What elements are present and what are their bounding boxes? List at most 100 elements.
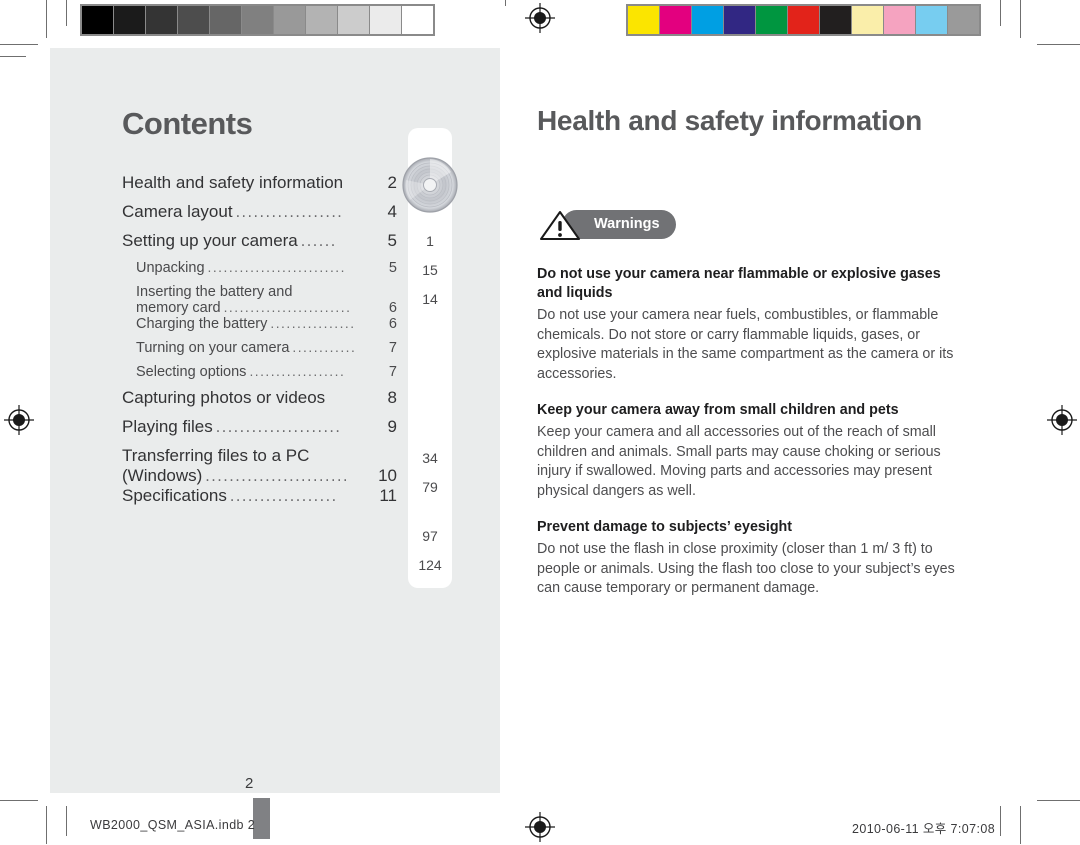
registration-mark-bottom-center [525,812,555,842]
page-title-contents: Contents [122,106,253,141]
toc-entry[interactable]: Setting up your camera...... 5 [122,231,397,260]
calibration-swatch [884,6,915,34]
toc-entry-page: 5 [388,260,397,276]
crop-mark-top-right-horizontal [1037,44,1080,45]
toc-leader-dots: ................ [270,316,356,331]
page-number-rail-item: 15 [422,262,438,278]
footer-file-slug: WB2000_QSM_ASIA.indb 2 [90,818,256,832]
toc-entry-label: Health and safety information [122,173,344,192]
toc-entry-page: 11 [379,486,397,505]
toc-entry-page: 8 [387,388,397,407]
color-calibration-bar [626,4,981,36]
toc-entry-label: Inserting the battery and [136,284,293,300]
toc-entry[interactable]: Inserting the battery and memory card....… [136,284,397,316]
calibration-swatch [916,6,947,34]
toc-entry-label: Charging the battery [136,316,268,332]
warning-section-heading: Do not use your camera near flammable or… [537,266,941,301]
calibration-swatch [402,6,433,34]
registration-mark-left-middle [4,405,34,435]
toc-entry-label: Turning on your camera [136,340,290,356]
toc-entry[interactable]: Charging the battery................ 6 [136,316,397,340]
crop-mark-bottom-left-horizontal [0,800,38,801]
toc-entry[interactable]: Capturing photos or videos 8 [122,388,397,417]
calibration-swatch [274,6,305,34]
toc-entry[interactable]: Selecting options.................. 7 [136,364,397,388]
warning-section: Keep your camera away from small childre… [537,401,955,501]
toc-entry-label: Setting up your camera [122,231,298,250]
toc-entry-label-line2: (Windows) [122,466,203,485]
toc-leader-dots: ............ [292,340,357,355]
toc-entry-page: 7 [388,364,397,380]
crop-mark-bottom-left-vertical-inner [66,806,67,836]
calibration-swatch [242,6,273,34]
toc-entry-page: 10 [378,466,397,485]
toc-entry[interactable]: Playing files..................... 9 [122,417,397,446]
toc-entry[interactable]: Health and safety information 2 [122,173,397,202]
warning-section-heading: Prevent damage to subjects’ eyesight [537,519,793,535]
toc-entry-label: Transferring files to a PC [122,446,310,465]
cd-disc-icon [401,156,459,214]
toc-entry-page: 5 [387,231,397,250]
warning-section-body: Do not use the flash in close proximity … [537,541,955,596]
contents-page-panel: Contents 1 15 14 34 79 97 124 Health and… [50,48,500,839]
toc-entry-label: Camera layout [122,202,233,221]
grayscale-calibration-bar [80,4,435,36]
toc-entry-label-line2: memory card [136,300,221,316]
warning-triangle-icon [539,210,581,241]
crop-mark-bottom-right-horizontal [1037,800,1080,801]
calibration-swatch [756,6,787,34]
page-number-rail-item: 97 [422,528,438,544]
toc-entry-label: Playing files [122,417,213,436]
crop-mark-top-left-horizontal [0,44,38,45]
registration-mark-right-middle [1047,405,1077,435]
toc-entry[interactable]: Unpacking.......................... 5 [136,260,397,284]
warning-section-body: Keep your camera and all accessories out… [537,424,941,499]
crop-mark-top-right-vertical-outer [1020,0,1021,38]
page-number-rail-item: 14 [422,291,438,307]
calibration-swatch [628,6,659,34]
calibration-swatch [178,6,209,34]
crop-mark-top-left-vertical-inner [66,0,67,26]
page-folio-number: 2 [245,775,254,792]
toc-entry-page: 2 [387,173,397,192]
footer-timestamp: 2010-06-11 오후 7:07:08 [852,822,996,836]
calibration-swatch [724,6,755,34]
crop-mark-bottom-left-vertical-outer [46,806,47,844]
calibration-swatch [948,6,979,34]
toc-entry[interactable]: Transferring files to a PC (Windows).....… [122,446,397,486]
crop-mark-bottom-right-vertical-outer [1020,806,1021,844]
toc-entry[interactable]: Camera layout.................. 4 [122,202,397,231]
page-number-rail-item: 79 [422,479,438,495]
registration-mark-top-center [525,3,555,33]
gutter-mark-top [505,0,506,6]
toc-leader-dots: ..................... [215,418,342,436]
toc-entry[interactable]: Specifications.................. 11 [122,486,397,515]
warning-section-heading: Keep your camera away from small childre… [537,402,899,418]
calibration-swatch [146,6,177,34]
toc-entry-page: 4 [387,202,397,221]
crop-mark-bottom-right-vertical-inner [1000,806,1001,836]
toc-entry-page: 9 [387,417,397,436]
crop-mark-top-left-vertical-outer [46,0,47,38]
toc-entry[interactable]: Turning on your camera............ 7 [136,340,397,364]
toc-leader-dots: ...... [300,232,337,250]
calibration-swatch [660,6,691,34]
table-of-contents: Health and safety information 2 Camera lay… [122,173,397,515]
page-number-rail-item: 124 [418,557,442,573]
calibration-swatch [306,6,337,34]
crop-mark-left-middle-horizontal [0,56,26,57]
page-title-health-safety: Health and safety information [537,105,922,136]
calibration-swatch [82,6,113,34]
calibration-swatch [114,6,145,34]
toc-leader-dots: .......................... [207,260,346,275]
calibration-swatch [210,6,241,34]
crop-mark-top-right-vertical-inner [1000,0,1001,26]
toc-leader-dots: ........................ [205,467,349,485]
toc-leader-dots: .................. [235,203,344,221]
toc-entry-label: Specifications [122,486,227,505]
calibration-swatch [820,6,851,34]
calibration-swatch [692,6,723,34]
toc-leader-dots: .................. [229,487,338,505]
page-number-rail-item: 1 [426,233,434,249]
toc-entry-label: Unpacking [136,260,205,276]
